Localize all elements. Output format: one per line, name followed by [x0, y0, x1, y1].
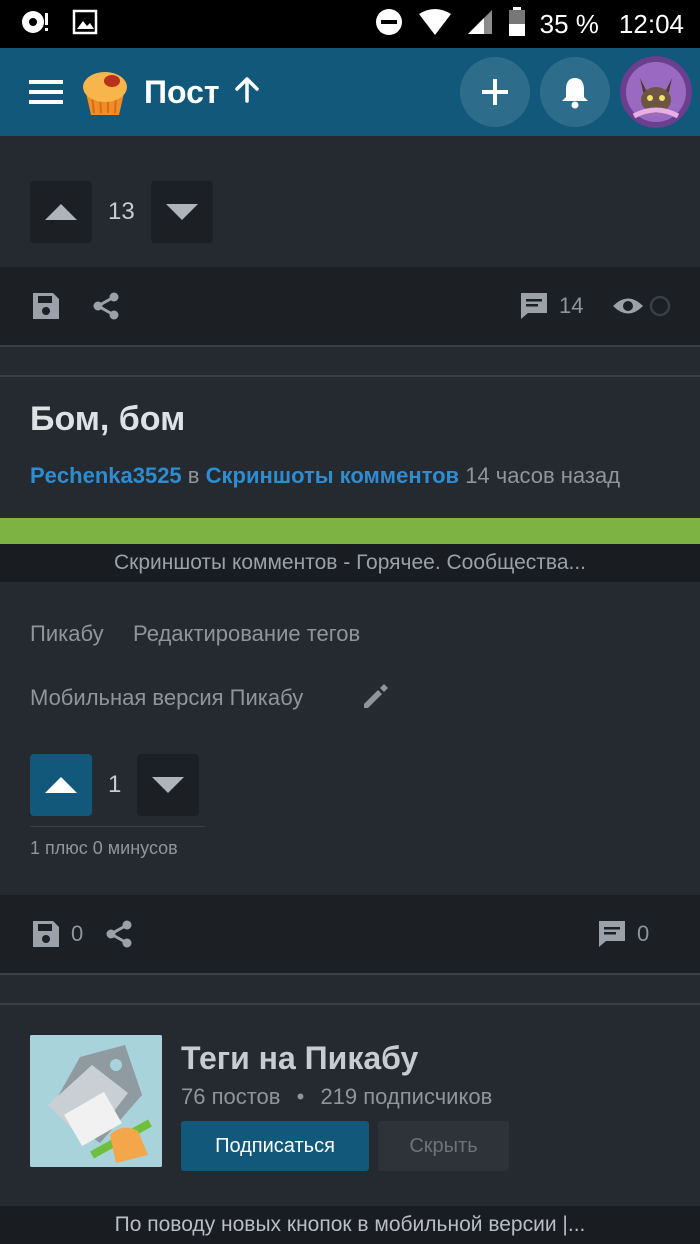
- views-indicator: [611, 293, 671, 324]
- clock: 12:04: [618, 8, 684, 39]
- community-title[interactable]: Теги на Пикабу: [181, 1040, 418, 1077]
- comments-button[interactable]: 0: [597, 919, 649, 949]
- stats-separator: •: [296, 1084, 305, 1109]
- add-post-button[interactable]: [460, 57, 530, 127]
- menu-button[interactable]: [16, 48, 76, 136]
- bell-icon: [562, 78, 588, 109]
- arrow-up-icon: [234, 76, 259, 103]
- scroll-up-button[interactable]: [234, 76, 260, 108]
- status-bar: 35 % 12:04: [0, 0, 700, 48]
- comments-count: 0: [637, 921, 650, 946]
- share-button[interactable]: [91, 291, 121, 326]
- tag-tag-editing[interactable]: Редактирование тегов: [133, 621, 360, 647]
- rating-count: 1: [108, 771, 122, 798]
- hide-button[interactable]: Скрыть: [378, 1121, 509, 1171]
- triangle-down-icon: [165, 204, 198, 220]
- share-icon: [106, 920, 132, 948]
- subscribe-button[interactable]: Подписаться: [181, 1121, 369, 1171]
- eye-icon: [613, 295, 671, 317]
- community-link[interactable]: Скриншоты комментов: [206, 463, 459, 488]
- battery-icon: [508, 6, 526, 42]
- comments-button[interactable]: 14: [519, 291, 583, 321]
- downvote-button[interactable]: [137, 754, 200, 816]
- upvote-button[interactable]: [30, 181, 92, 243]
- divider: [0, 375, 700, 377]
- signal-icon: [466, 8, 494, 41]
- divider: [0, 345, 700, 347]
- page-title: Пост: [144, 73, 220, 110]
- divider: [0, 1003, 700, 1005]
- post-meta: Pechenka3525 в Скриншоты комментов 14 ча…: [30, 463, 620, 489]
- upvote-button[interactable]: [30, 754, 92, 816]
- divider: [0, 973, 700, 975]
- tag-pikabu[interactable]: Пикабу: [30, 621, 104, 647]
- save-icon: [33, 293, 59, 319]
- rating-divider: [30, 826, 205, 827]
- comment-icon: [599, 921, 625, 947]
- post-action-bar: 0 0: [0, 895, 700, 973]
- posts-count: 76 постов: [181, 1084, 281, 1109]
- triangle-up-icon: [45, 777, 77, 793]
- meta-in: в: [187, 463, 200, 488]
- subscribers-count: 219 подписчиков: [320, 1084, 493, 1109]
- share-button[interactable]: [104, 919, 134, 954]
- comments-count: 14: [559, 293, 584, 318]
- comment-icon: [521, 293, 547, 319]
- save-icon: [33, 921, 59, 947]
- wifi-icon: [418, 8, 452, 41]
- embedded-screenshot-title: Скриншоты комментов - Горячее. Сообществ…: [0, 544, 700, 582]
- post-time: 14 часов назад: [465, 463, 621, 488]
- author-link[interactable]: Pechenka3525: [30, 463, 182, 488]
- rating-count: 13: [108, 198, 135, 225]
- prev-post-action-bar: 14: [0, 267, 700, 345]
- community-avatar[interactable]: [30, 1035, 162, 1167]
- saves-count: 0: [71, 921, 84, 946]
- tag-mobile-version[interactable]: Мобильная версия Пикабу: [30, 685, 303, 711]
- embedded-screenshot-statusbar: [0, 518, 700, 544]
- hamburger-icon: [29, 80, 63, 104]
- pikabu-logo[interactable]: [76, 63, 134, 121]
- post-title[interactable]: Бом, бом: [30, 400, 185, 439]
- save-button[interactable]: 0: [31, 919, 83, 949]
- user-avatar[interactable]: [620, 56, 692, 128]
- notification-icon: [20, 7, 50, 42]
- triangle-up-icon: [45, 204, 77, 220]
- dnd-icon: [374, 7, 404, 42]
- edit-tags-button[interactable]: [361, 683, 389, 716]
- next-post-bar[interactable]: По поводу новых кнопок в мобильной верси…: [0, 1206, 700, 1244]
- battery-percent: 35 %: [539, 8, 599, 39]
- votes-summary: 1 плюс 0 минусов: [30, 838, 178, 858]
- pencil-icon: [364, 684, 388, 708]
- plus-icon: [482, 79, 508, 105]
- save-button[interactable]: [31, 291, 61, 326]
- image-icon: [72, 9, 98, 40]
- community-stats: 76 постов • 219 подписчиков: [181, 1084, 492, 1110]
- app-bar: Пост: [0, 48, 700, 136]
- triangle-down-icon: [152, 777, 185, 793]
- notifications-button[interactable]: [540, 57, 610, 127]
- prev-post-rating: 13: [30, 181, 213, 243]
- downvote-button[interactable]: [150, 181, 213, 243]
- post-rating: 1: [30, 754, 200, 816]
- share-icon: [93, 292, 119, 320]
